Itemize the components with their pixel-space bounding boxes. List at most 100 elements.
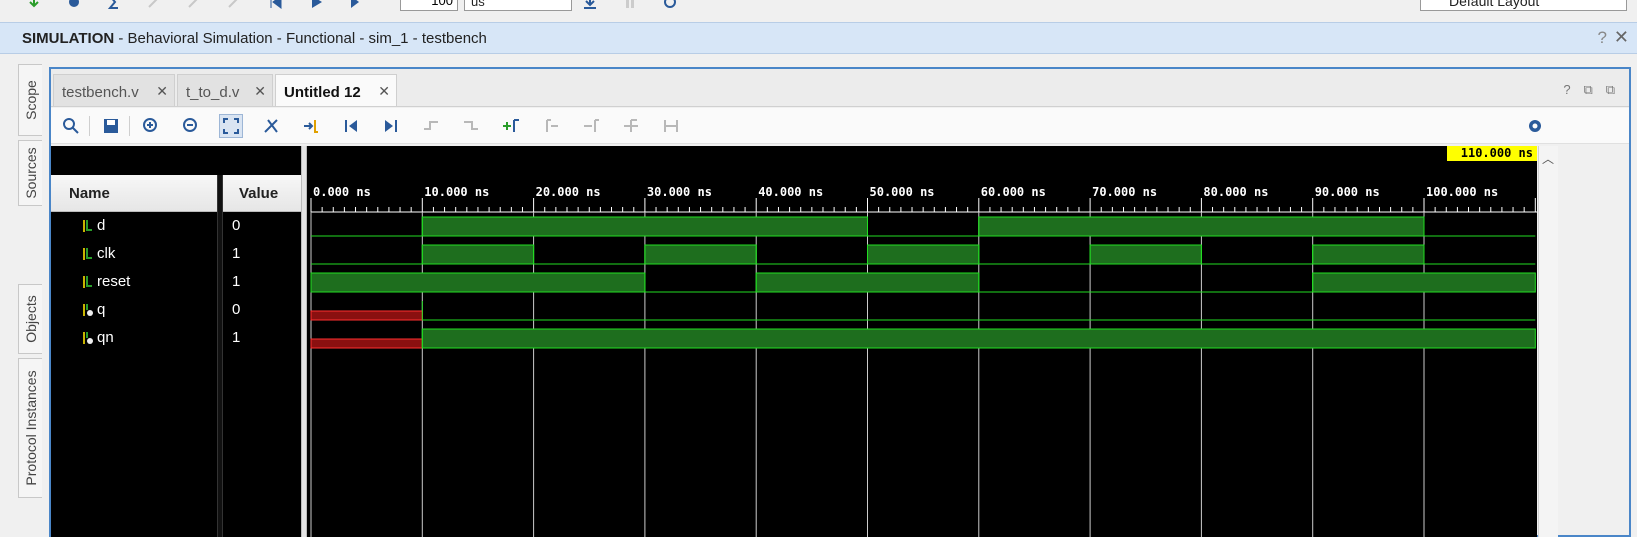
signal-row-q[interactable]: q 0 xyxy=(51,296,301,324)
signal-name: d xyxy=(97,217,106,234)
tab-close-icon[interactable]: ✕ xyxy=(254,83,266,100)
panel-restore-icon[interactable]: ⧉ xyxy=(1584,82,1593,98)
relaunch-icon[interactable] xyxy=(660,0,680,12)
side-tab-sources[interactable]: Sources xyxy=(18,140,42,206)
signal-high-segment xyxy=(1312,244,1425,265)
zoom-in-icon[interactable] xyxy=(139,114,163,138)
layout-value: Default Layout xyxy=(1449,0,1540,9)
layout-select[interactable]: Default Layout xyxy=(1420,0,1627,11)
value-column-header[interactable]: Value xyxy=(239,185,278,202)
side-tab-strip: Scope Sources Objects Protocol Instances xyxy=(0,54,48,537)
panel-help-icon[interactable]: ? xyxy=(1563,82,1570,97)
simulation-subtitle: - Behavioral Simulation - Functional - s… xyxy=(114,30,487,47)
panel-window-controls: ? ⧉ ⧉ xyxy=(1554,81,1615,98)
go-to-time-zero-icon[interactable] xyxy=(339,114,363,138)
name-column-header[interactable]: Name xyxy=(69,185,110,202)
settings-icon[interactable] xyxy=(64,0,84,12)
signal-high-segment xyxy=(867,244,980,265)
signal-input-icon xyxy=(83,276,92,288)
signal-value: 1 xyxy=(232,245,241,262)
step-first-icon[interactable] xyxy=(266,0,286,12)
download-icon[interactable] xyxy=(580,0,600,12)
vertical-scrollbar[interactable]: ︿ xyxy=(1538,146,1558,537)
next-transition-icon xyxy=(459,114,483,138)
side-tab-label: Scope xyxy=(22,80,39,120)
signal-unknown-segment xyxy=(310,338,423,349)
help-icon[interactable]: ? xyxy=(1598,28,1607,48)
swap-cursors-icon xyxy=(619,114,643,138)
time-tick-label: 70.000 ns xyxy=(1092,185,1157,199)
tab-label: Untitled 12 xyxy=(284,84,361,101)
waveform-svg: 0.000 ns 10.000 ns 20.000 ns 30.000 ns 40.00… xyxy=(310,185,1537,537)
next-marker-icon xyxy=(579,114,603,138)
search-icon[interactable] xyxy=(59,114,83,138)
signal-name: clk xyxy=(97,245,116,262)
signal-row-reset[interactable]: reset 1 xyxy=(51,268,301,296)
time-unit-select[interactable]: us xyxy=(464,0,572,11)
side-tab-scope[interactable]: Scope xyxy=(18,64,42,136)
zoom-to-cursor-icon[interactable] xyxy=(259,114,283,138)
simulation-header: SIMULATION - Behavioral Simulation - Fun… xyxy=(0,22,1637,54)
signal-name: qn xyxy=(97,329,114,346)
side-tab-protocol-instances[interactable]: Protocol Instances xyxy=(18,358,42,498)
side-tab-label: Protocol Instances xyxy=(22,370,39,486)
signal-high-segment xyxy=(421,328,1536,349)
go-to-cursor-icon[interactable] xyxy=(299,114,323,138)
signal-name: reset xyxy=(97,273,131,290)
signal-high-segment xyxy=(421,244,535,265)
zoom-fit-icon[interactable] xyxy=(219,114,243,138)
signal-output-icon xyxy=(83,304,93,316)
time-tick-label: 20.000 ns xyxy=(536,185,601,199)
save-icon[interactable] xyxy=(99,114,123,138)
tab-label: t_to_d.v xyxy=(186,84,240,101)
settings-gear-icon[interactable] xyxy=(1523,114,1547,138)
disabled-tool-icon xyxy=(184,0,204,12)
time-unit-value: us xyxy=(471,0,485,9)
page-title: SIMULATION - Behavioral Simulation - Fun… xyxy=(22,30,487,47)
signal-high-segment xyxy=(1312,272,1536,293)
cursor-time-label: 110.000 ns xyxy=(1447,146,1537,161)
signal-row-d[interactable]: d 0 xyxy=(51,212,301,240)
top-toolbar: us Default Layout xyxy=(0,0,1637,12)
side-tab-objects[interactable]: Objects xyxy=(18,284,42,354)
pause-icon xyxy=(620,0,640,12)
waveform-toolbar xyxy=(51,108,1629,144)
time-tick-label: 10.000 ns xyxy=(424,185,489,199)
disabled-tool-icon xyxy=(224,0,244,12)
column-header: Name Value xyxy=(51,175,301,212)
restart-icon[interactable] xyxy=(24,0,44,12)
signal-list-panel: Name Value d 0 clk 1 reset 1 q 0 qn 1 xyxy=(51,146,301,537)
tab-close-icon[interactable]: ✕ xyxy=(378,83,390,100)
side-tab-label: Sources xyxy=(22,147,39,199)
tab-untitled-12[interactable]: Untitled 12 ✕ xyxy=(275,74,397,106)
signal-row-qn[interactable]: qn 1 xyxy=(51,324,301,352)
sum-icon[interactable] xyxy=(104,0,124,12)
time-tick-label: 90.000 ns xyxy=(1315,185,1380,199)
snap-icon xyxy=(659,114,683,138)
signal-input-icon xyxy=(83,220,92,232)
signal-row-clk[interactable]: clk 1 xyxy=(51,240,301,268)
time-tick-label: 40.000 ns xyxy=(758,185,823,199)
time-tick-label: 30.000 ns xyxy=(647,185,712,199)
tab-t-to-d[interactable]: t_to_d.v ✕ xyxy=(177,74,273,106)
tab-testbench[interactable]: testbench.v ✕ xyxy=(53,74,175,106)
run-time-input[interactable] xyxy=(400,0,458,11)
signal-name: q xyxy=(97,301,106,318)
scroll-up-icon[interactable]: ︿ xyxy=(1542,150,1554,167)
time-tick-label: 0.000 ns xyxy=(313,185,371,199)
run-for-icon[interactable] xyxy=(346,0,366,12)
tab-close-icon[interactable]: ✕ xyxy=(156,83,168,100)
close-icon[interactable]: ✕ xyxy=(1614,27,1629,48)
disabled-tool-icon xyxy=(144,0,164,12)
run-icon[interactable] xyxy=(306,0,326,12)
time-tick-label: 80.000 ns xyxy=(1203,185,1268,199)
signal-value: 1 xyxy=(232,273,241,290)
go-to-last-time-icon[interactable] xyxy=(379,114,403,138)
signal-high-segment xyxy=(644,244,757,265)
waveform-canvas[interactable]: 0.000 ns 10.000 ns 20.000 ns 30.000 ns 40.00… xyxy=(307,146,1537,537)
panel-float-icon[interactable]: ⧉ xyxy=(1606,82,1615,98)
zoom-out-icon[interactable] xyxy=(179,114,203,138)
tab-label: testbench.v xyxy=(62,84,139,101)
add-marker-icon[interactable] xyxy=(499,114,523,138)
signal-high-segment xyxy=(1089,244,1202,265)
